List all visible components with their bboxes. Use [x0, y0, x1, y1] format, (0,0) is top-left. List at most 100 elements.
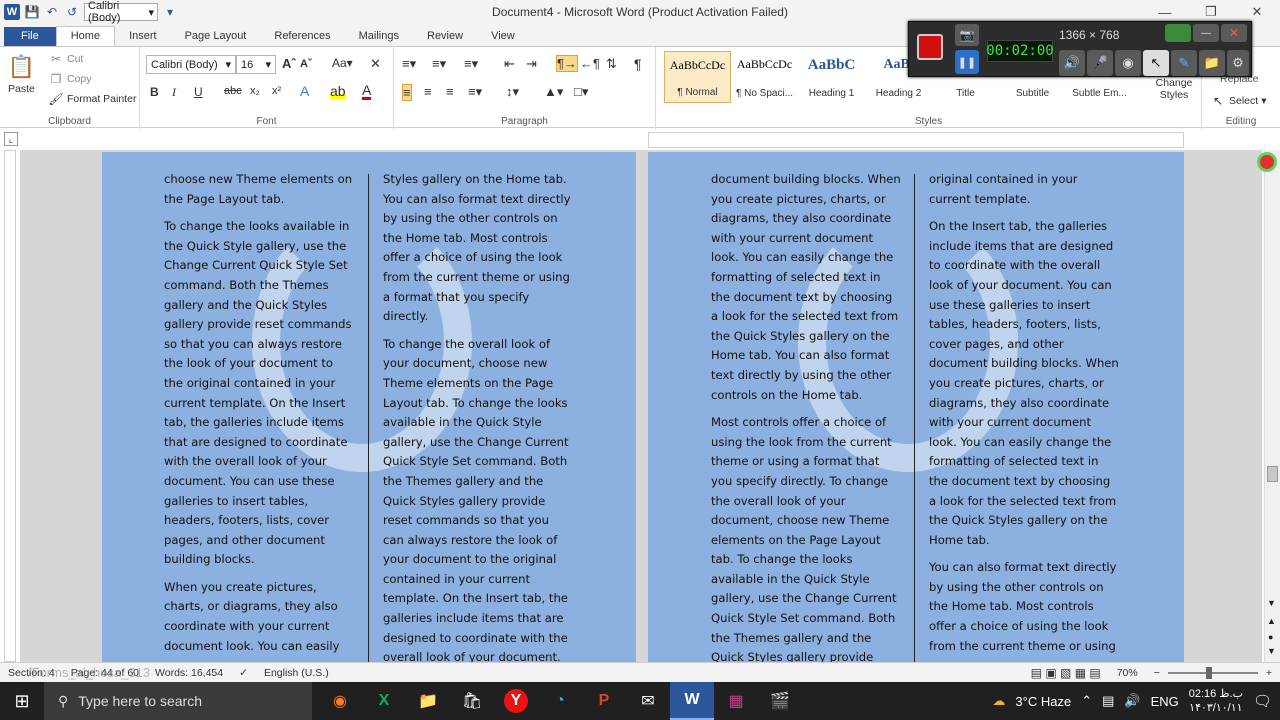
cut-button[interactable]: ✂ Cut: [48, 51, 83, 67]
next-page-icon[interactable]: ▼: [1267, 646, 1276, 656]
multilevel-list-icon[interactable]: ≡▾: [464, 56, 478, 72]
shrink-font-icon[interactable]: Aˇ: [300, 58, 312, 70]
font-name-select[interactable]: Calibri (Body) ▾: [146, 55, 236, 74]
close-icon[interactable]: ✕: [1221, 24, 1247, 42]
microphone-icon[interactable]: 🎤: [1087, 50, 1113, 76]
borders-icon[interactable]: □▾: [574, 84, 588, 100]
ltr-direction-icon[interactable]: ¶→: [556, 55, 578, 72]
text-effects-icon[interactable]: A: [300, 83, 309, 99]
green-mode-button[interactable]: [1165, 24, 1191, 42]
strikethrough-icon[interactable]: abc: [224, 85, 242, 97]
tab-references[interactable]: References: [260, 27, 344, 46]
volume-icon[interactable]: 🔊: [1124, 693, 1140, 709]
firefox-icon[interactable]: ◉: [318, 682, 362, 720]
video-editor-icon[interactable]: 🎬: [758, 682, 802, 720]
yandex-browser-icon[interactable]: Y: [504, 689, 528, 713]
language-indicator[interactable]: English (U.S.): [256, 667, 337, 679]
weather-text[interactable]: 3°C Haze: [1015, 694, 1071, 709]
weather-icon[interactable]: ☁: [992, 693, 1005, 709]
highlight-icon[interactable]: ab: [330, 83, 346, 99]
format-painter-button[interactable]: 🖌 Format Painter: [48, 91, 136, 107]
tab-view[interactable]: View: [477, 27, 529, 46]
underline-icon[interactable]: U: [194, 85, 203, 99]
camera-icon[interactable]: 📷: [955, 24, 979, 46]
folder-icon[interactable]: 📁: [1199, 50, 1225, 76]
taskbar-search[interactable]: ⚲ Type here to search: [44, 682, 312, 720]
decrease-indent-icon[interactable]: ⇤: [504, 56, 515, 72]
network-icon[interactable]: ▤: [1102, 693, 1114, 709]
edge-icon[interactable]: ◔: [538, 682, 582, 720]
tray-expand-icon[interactable]: ⌃: [1081, 693, 1092, 709]
speaker-icon[interactable]: 🔊: [1059, 50, 1085, 76]
style-normal[interactable]: AaBbCcDc ¶ Normal: [664, 51, 731, 103]
word-taskbar-icon[interactable]: W: [670, 682, 714, 720]
italic-icon[interactable]: I: [172, 85, 176, 100]
vertical-scrollbar[interactable]: ▼ ▲ ● ▼: [1257, 150, 1280, 662]
bold-icon[interactable]: B: [150, 85, 159, 99]
justify-icon[interactable]: ≡▾: [468, 84, 482, 100]
file-explorer-icon[interactable]: 📁: [406, 682, 450, 720]
horizontal-ruler[interactable]: [648, 132, 1184, 148]
tab-review[interactable]: Review: [413, 27, 477, 46]
gear-icon[interactable]: ⚙: [1227, 50, 1249, 76]
pause-icon[interactable]: ❚❚: [955, 50, 979, 74]
subscript-icon[interactable]: x₂: [250, 85, 260, 97]
line-spacing-icon[interactable]: ↕▾: [506, 84, 519, 100]
zoom-slider[interactable]: [1167, 666, 1258, 679]
webcam-icon[interactable]: ◉: [1115, 50, 1141, 76]
style-heading-1[interactable]: AaBbC Heading 1: [798, 51, 865, 103]
cursor-icon[interactable]: ↖: [1143, 50, 1169, 76]
tab-mailings[interactable]: Mailings: [345, 27, 413, 46]
excel-icon[interactable]: X: [362, 682, 406, 720]
view-mode-icons[interactable]: ▤ ▣ ▧ ▦ ▤: [1023, 666, 1109, 680]
sort-icon[interactable]: ⇅: [606, 56, 617, 72]
zoom-in-icon[interactable]: +: [1258, 667, 1280, 679]
proofing-icon[interactable]: ✓: [231, 667, 256, 679]
align-left-icon[interactable]: ≡: [402, 84, 412, 101]
paste-button[interactable]: 📋 Paste: [8, 53, 35, 95]
select-button[interactable]: ↖ Select ▾: [1210, 93, 1267, 109]
select-browse-icon[interactable]: ●: [1268, 632, 1273, 642]
change-styles-button[interactable]: Change Styles: [1154, 77, 1194, 101]
tab-insert[interactable]: Insert: [115, 27, 171, 46]
windows-start-icon[interactable]: ⊞: [0, 682, 44, 720]
mail-icon[interactable]: ✉: [626, 682, 670, 720]
zoom-slider-thumb[interactable]: [1205, 666, 1212, 679]
ruler-toggle-button[interactable]: ⌞: [4, 132, 18, 146]
superscript-icon[interactable]: x²: [272, 85, 281, 97]
powerpoint-icon[interactable]: P: [582, 682, 626, 720]
bullets-icon[interactable]: ≡▾: [402, 56, 416, 72]
numbering-icon[interactable]: ≡▾: [432, 56, 446, 72]
align-center-icon[interactable]: ≡: [424, 84, 432, 99]
minimize-icon[interactable]: —: [1193, 24, 1219, 42]
font-color-icon[interactable]: A: [362, 83, 372, 100]
tab-home[interactable]: Home: [55, 26, 116, 46]
rtl-direction-icon[interactable]: ←¶: [580, 56, 600, 71]
font-size-select[interactable]: 16 ▾: [236, 55, 276, 74]
clock[interactable]: 02:16 ب.ظ ۱۴۰۳/۱۰/۱۱: [1189, 687, 1243, 715]
grow-font-icon[interactable]: Aˆ: [282, 56, 296, 71]
copy-button[interactable]: ❐ Copy: [48, 71, 92, 87]
store-icon[interactable]: 🛍: [450, 682, 494, 720]
notifications-icon[interactable]: 🗨: [1253, 692, 1272, 710]
style-no-spacing[interactable]: AaBbCcDc ¶ No Spaci...: [731, 51, 798, 103]
winrar-icon[interactable]: ▦: [714, 682, 758, 720]
pen-icon[interactable]: ✎: [1171, 50, 1197, 76]
align-right-icon[interactable]: ≡: [446, 84, 454, 99]
tab-file[interactable]: File: [4, 27, 56, 46]
show-formatting-icon[interactable]: ¶: [634, 56, 642, 72]
vertical-ruler[interactable]: [4, 150, 16, 662]
input-language[interactable]: ENG: [1151, 694, 1179, 709]
zoom-level[interactable]: 70%: [1109, 667, 1146, 679]
clear-formatting-icon[interactable]: ✕: [370, 56, 381, 72]
change-case-icon[interactable]: Aa▾: [332, 56, 353, 70]
increase-indent-icon[interactable]: ⇥: [526, 56, 537, 72]
shading-icon[interactable]: ▲▾: [544, 84, 563, 100]
tab-page-layout[interactable]: Page Layout: [171, 27, 261, 46]
scroll-thumb[interactable]: [1267, 466, 1278, 482]
record-stop-button[interactable]: [917, 34, 943, 60]
prev-page-icon[interactable]: ▲: [1267, 616, 1276, 626]
zoom-out-icon[interactable]: −: [1146, 667, 1168, 679]
word-count[interactable]: Words: 16,454: [147, 667, 231, 679]
scroll-down-icon[interactable]: ▼: [1267, 598, 1276, 608]
